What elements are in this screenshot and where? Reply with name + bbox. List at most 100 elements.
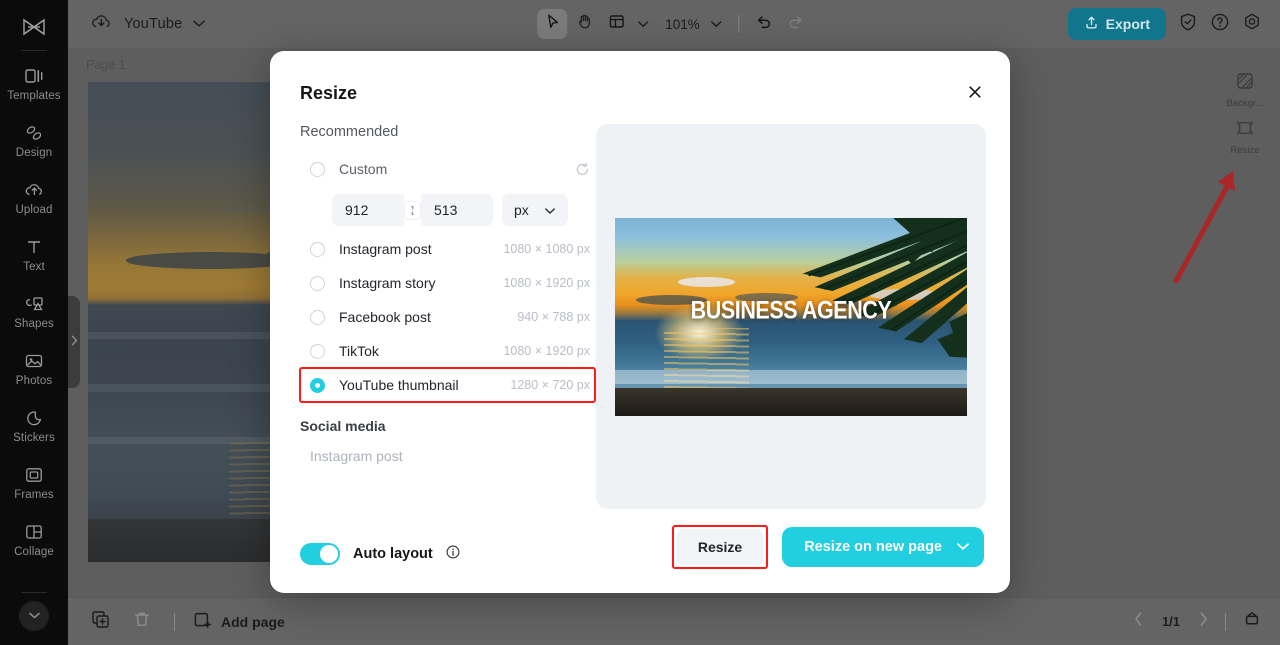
- close-icon: [967, 84, 983, 105]
- radio-facebook-post[interactable]: [310, 309, 325, 325]
- option-tiktok[interactable]: TikTok 1080 × 1920 px: [300, 334, 590, 368]
- bottom-divider-2: [1225, 612, 1226, 631]
- radio-tiktok[interactable]: [310, 343, 325, 359]
- sidebar-item-upload[interactable]: Upload: [0, 169, 68, 226]
- toolbar-right-group: Export: [1067, 8, 1280, 40]
- zoom-level[interactable]: 101%: [655, 17, 702, 32]
- sidebar-item-photos[interactable]: Photos: [0, 340, 68, 397]
- hand-tool[interactable]: [569, 9, 599, 39]
- chevron-right-icon: [71, 333, 78, 351]
- add-page-button[interactable]: Add page: [193, 611, 285, 633]
- sidebar-item-templates[interactable]: Templates: [0, 55, 68, 112]
- page-grid-button[interactable]: [1242, 610, 1262, 634]
- option-youtube-thumbnail[interactable]: YouTube thumbnail 1280 × 720 px: [300, 368, 590, 402]
- close-button[interactable]: [962, 81, 988, 107]
- layout-tool[interactable]: [601, 9, 631, 39]
- auto-layout-toggle[interactable]: [300, 543, 340, 565]
- link-ratio-icon[interactable]: [405, 201, 420, 219]
- collage-icon: [24, 521, 44, 542]
- chevron-down-icon[interactable]: [956, 539, 970, 555]
- redo-button[interactable]: [781, 9, 811, 39]
- radio-instagram-post[interactable]: [310, 241, 325, 257]
- option-custom[interactable]: Custom: [300, 152, 590, 186]
- upload-icon: [1084, 15, 1099, 33]
- sidebar-item-label: Stickers: [13, 432, 55, 444]
- resize-button-secondary[interactable]: Resize: [675, 529, 765, 565]
- recommended-heading: Recommended: [300, 124, 399, 140]
- capcut-editor-window: Templates Design Upload Text Shapes Phot…: [0, 0, 1280, 645]
- design-icon: [24, 122, 44, 143]
- sidebar-item-shapes[interactable]: Shapes: [0, 283, 68, 340]
- sidebar-item-label: Design: [15, 147, 53, 159]
- resize-label: Resize: [1230, 145, 1260, 156]
- chevron-down-icon[interactable]: [192, 15, 206, 33]
- settings-gear-icon[interactable]: [1242, 12, 1262, 37]
- select-tool[interactable]: [537, 9, 568, 39]
- radio-custom[interactable]: [310, 161, 325, 177]
- prev-page-button[interactable]: [1133, 611, 1144, 632]
- radio-instagram-story[interactable]: [310, 275, 325, 291]
- duplicate-page-button[interactable]: [86, 608, 114, 636]
- palm-leaf-graphic: [802, 217, 967, 358]
- zoom-chevron-down-icon[interactable]: [704, 15, 728, 33]
- toolbar-left-group: YouTube: [68, 12, 206, 37]
- modal-options-column: Recommended Custom 912 513 px Instagram …: [299, 124, 596, 464]
- unit-value: px: [514, 202, 529, 218]
- toolbar-divider: [737, 15, 739, 33]
- option-label: Facebook post: [339, 309, 431, 325]
- sidebar-item-text[interactable]: Text: [0, 226, 68, 283]
- option-dimensions: 1280 × 720 px: [510, 378, 590, 392]
- sidebar-collapse-handle[interactable]: [68, 296, 80, 388]
- shield-check-icon[interactable]: [1178, 12, 1198, 37]
- reset-icon[interactable]: [575, 162, 590, 177]
- left-sidebar: Templates Design Upload Text Shapes Phot…: [0, 0, 68, 645]
- width-input[interactable]: 912: [332, 194, 404, 226]
- next-page-button[interactable]: [1198, 611, 1209, 632]
- sidebar-item-label: Collage: [14, 546, 54, 558]
- cloud-sync-icon[interactable]: [90, 12, 114, 37]
- background-button[interactable]: Backgr...: [1218, 69, 1272, 112]
- sidebar-item-label: Photos: [15, 375, 53, 387]
- social-media-item[interactable]: Instagram post: [310, 448, 590, 464]
- help-circle-icon[interactable]: [1210, 12, 1230, 37]
- export-button[interactable]: Export: [1067, 8, 1166, 40]
- option-dimensions: 940 × 788 px: [517, 310, 590, 324]
- option-instagram-story[interactable]: Instagram story 1080 × 1920 px: [300, 266, 590, 300]
- resize-on-new-page-button[interactable]: Resize on new page: [782, 527, 984, 567]
- option-dimensions: 1080 × 1920 px: [503, 276, 590, 290]
- templates-icon: [24, 65, 44, 86]
- sidebar-item-design[interactable]: Design: [0, 112, 68, 169]
- sidebar-item-stickers[interactable]: Stickers: [0, 397, 68, 454]
- sidebar-item-label: Templates: [7, 90, 61, 102]
- cursor-icon: [544, 13, 561, 35]
- sidebar-item-label: Text: [23, 261, 45, 273]
- sidebar-item-label: Upload: [15, 204, 53, 216]
- custom-size-inputs: 912 513 px: [332, 194, 590, 226]
- sidebar-item-frames[interactable]: Frames: [0, 454, 68, 511]
- unit-select[interactable]: px: [502, 194, 568, 226]
- layout-chevron-down-icon[interactable]: [633, 15, 653, 33]
- page-label: Page 1: [86, 58, 126, 72]
- height-input[interactable]: 513: [421, 194, 493, 226]
- sidebar-item-collage[interactable]: Collage: [0, 511, 68, 568]
- option-label: Instagram post: [339, 241, 432, 257]
- option-instagram-post[interactable]: Instagram post 1080 × 1080 px: [300, 232, 590, 266]
- capcut-logo-icon[interactable]: [21, 10, 47, 44]
- bottom-toolbar: Add page 1/1: [68, 597, 1280, 645]
- upload-cloud-icon: [24, 179, 45, 200]
- undo-button[interactable]: [749, 9, 779, 39]
- option-dimensions: 1080 × 1920 px: [503, 344, 590, 358]
- sidebar-expand-button[interactable]: [19, 601, 49, 631]
- radio-youtube-thumbnail[interactable]: [310, 377, 325, 393]
- delete-page-button[interactable]: [128, 608, 156, 636]
- resize-button[interactable]: Resize: [1218, 116, 1272, 159]
- auto-layout-label: Auto layout: [353, 546, 433, 562]
- option-facebook-post[interactable]: Facebook post 940 × 788 px: [300, 300, 590, 334]
- bottom-right-group: 1/1: [1133, 610, 1262, 634]
- shapes-icon: [24, 293, 45, 314]
- info-icon[interactable]: [446, 545, 460, 564]
- project-name[interactable]: YouTube: [124, 16, 182, 32]
- option-dimensions: 1080 × 1080 px: [503, 242, 590, 256]
- chevron-down-icon: [28, 607, 41, 625]
- modal-title: Resize: [300, 83, 358, 103]
